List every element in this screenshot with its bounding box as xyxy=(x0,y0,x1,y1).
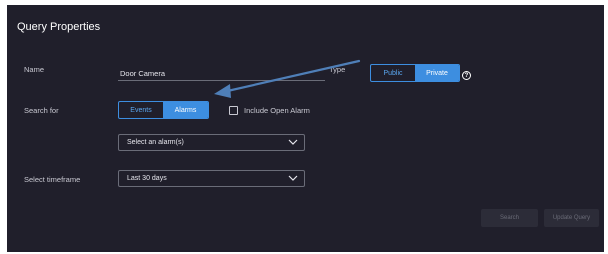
name-input[interactable] xyxy=(118,66,325,81)
type-public-option[interactable]: Public xyxy=(371,65,415,81)
include-open-alarm-label: Include Open Alarm xyxy=(244,106,310,115)
page-title: Query Properties xyxy=(17,21,101,33)
search-for-label: Search for xyxy=(24,106,59,115)
timeframe-label: Select timeframe xyxy=(24,175,81,184)
search-alarms-option[interactable]: Alarms xyxy=(163,102,208,118)
type-toggle: Public Private xyxy=(370,64,460,82)
chevron-down-icon xyxy=(288,175,298,181)
chevron-down-icon xyxy=(288,139,298,145)
timeframe-select[interactable]: Last 30 days xyxy=(118,170,305,187)
type-label: Type xyxy=(329,65,346,74)
search-button[interactable]: Search xyxy=(481,209,538,227)
alarm-select[interactable]: Select an alarm(s) xyxy=(118,134,305,151)
include-open-alarm-checkbox[interactable] xyxy=(229,106,238,115)
help-icon[interactable]: ? xyxy=(462,71,471,80)
query-properties-panel: Query Properties Name Type Public Privat… xyxy=(7,5,604,252)
alarm-select-value: Select an alarm(s) xyxy=(127,139,184,146)
timeframe-select-value: Last 30 days xyxy=(127,175,167,182)
update-query-button[interactable]: Update Query xyxy=(544,209,599,227)
name-label: Name xyxy=(24,65,45,74)
type-private-option[interactable]: Private xyxy=(415,65,459,81)
search-events-option[interactable]: Events xyxy=(119,102,163,118)
search-for-toggle: Events Alarms xyxy=(118,101,209,119)
